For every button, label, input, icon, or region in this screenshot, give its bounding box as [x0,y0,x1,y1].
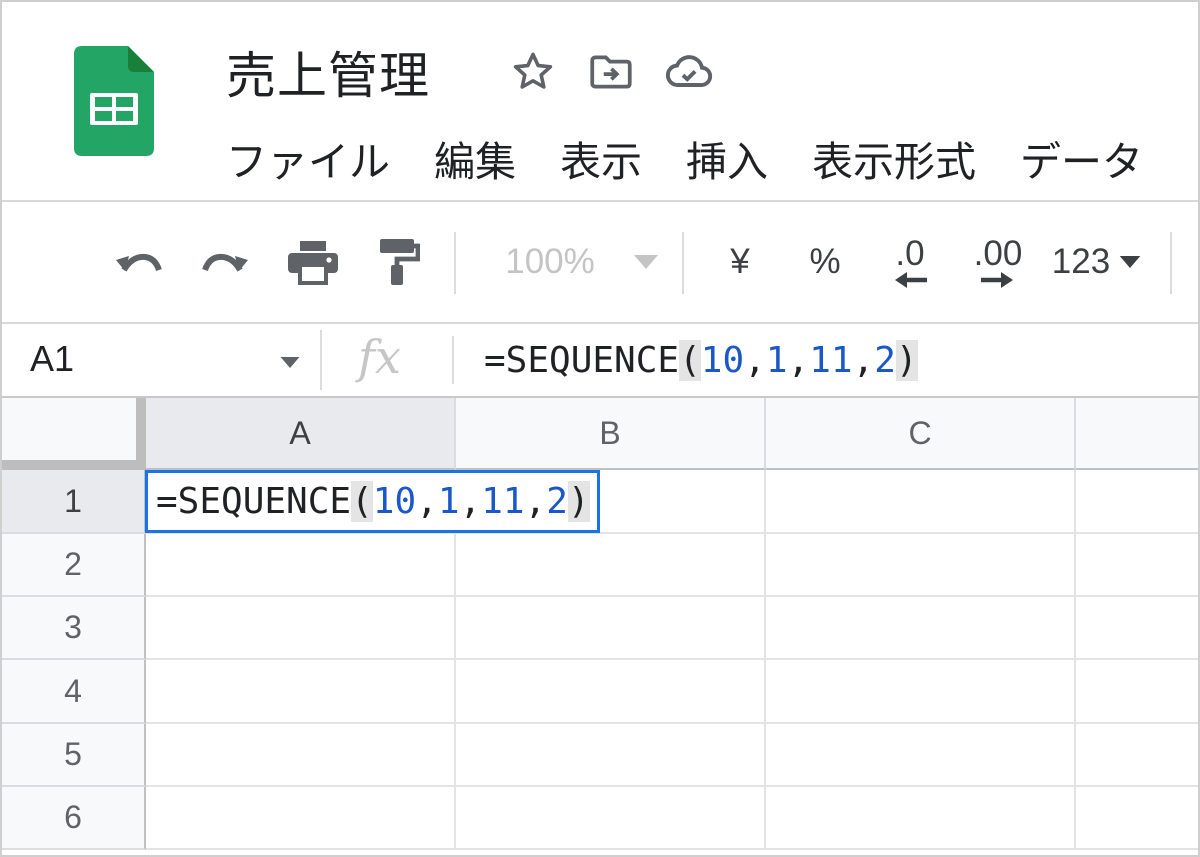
formula-arg: 1 [765,340,788,381]
cell-b4[interactable] [456,660,766,724]
frozen-row-handle[interactable] [2,460,146,470]
move-to-folder-icon[interactable] [585,46,637,98]
row-header-4[interactable]: 4 [2,660,146,724]
formula-arg: 10 [372,481,417,522]
formula-function: =SEQUENCE [156,481,352,522]
formula-arg: 11 [809,340,853,381]
formula-arg: 10 [700,340,745,381]
formula-arg: 11 [481,481,525,522]
undo-icon[interactable] [110,232,166,292]
toolbar-divider [454,232,456,294]
cell-c4[interactable] [766,660,1076,724]
zoom-select[interactable]: 100% [500,232,600,292]
arrow-left-icon [895,272,927,288]
formula-bar-divider [452,336,454,384]
cell-c2[interactable] [766,534,1076,597]
fx-icon: fx [358,330,401,384]
cell-c6[interactable] [766,787,1076,850]
column-header-d[interactable] [1076,398,1198,470]
header: 売上管理 ファイル 編集 表示 挿入 表示形式 データ [2,2,1198,200]
cell-b2[interactable] [456,534,766,597]
redo-icon[interactable] [198,232,254,292]
column-header-b[interactable]: B [456,398,766,470]
paint-format-icon[interactable] [372,232,422,292]
decrease-decimal-label: .0 [895,234,925,273]
formula-function: =SEQUENCE [484,340,680,381]
more-formats-button[interactable]: 123 [1048,232,1114,292]
zoom-dropdown-icon[interactable] [630,232,662,292]
name-box-dropdown-icon[interactable] [280,357,300,368]
cell-b3[interactable] [456,597,766,660]
cell-a5[interactable] [146,724,456,787]
cell-a3[interactable] [146,597,456,660]
cell-a4[interactable] [146,660,456,724]
star-icon[interactable] [507,46,559,98]
formula-close-paren: ) [895,340,918,381]
toolbar: 100% ¥ % .0 .00 123 [2,202,1198,322]
cell-c5[interactable] [766,724,1076,787]
formula-arg: 1 [437,481,460,522]
spreadsheet-grid: A B C 1 2 3 4 5 6 =SEQUENCE(10,1,11,2) [2,398,1198,855]
cell-d1[interactable] [1076,470,1198,534]
row-header-2[interactable]: 2 [2,534,146,597]
cloud-saved-icon[interactable] [663,46,715,98]
formula-arg: 2 [546,481,568,522]
cell-d6[interactable] [1076,787,1198,850]
currency-format-button[interactable]: ¥ [720,232,760,292]
formula-close-paren: ) [567,481,590,522]
increase-decimal-label: .00 [973,234,1023,273]
cell-d4[interactable] [1076,660,1198,724]
row-header-5[interactable]: 5 [2,724,146,787]
formula-bar: A1 fx =SEQUENCE(10,1,11,2) [2,324,1198,398]
cell-d5[interactable] [1076,724,1198,787]
formula-bar-divider [320,330,322,390]
app-window: 売上管理 ファイル 編集 表示 挿入 表示形式 データ 100% ¥ % .0 … [0,0,1200,857]
row-header-6[interactable]: 6 [2,787,146,850]
name-box[interactable]: A1 [30,338,74,380]
cell-b6[interactable] [456,787,766,850]
active-cell-editor[interactable]: =SEQUENCE(10,1,11,2) [145,470,600,533]
toolbar-divider [682,232,684,294]
toolbar-divider [1170,232,1172,294]
cell-d3[interactable] [1076,597,1198,660]
cell-formula-text: =SEQUENCE(10,1,11,2) [156,481,590,522]
menu-view[interactable]: 表示 [560,128,642,188]
document-title[interactable]: 売上管理 [226,36,430,108]
menu-bar: ファイル 編集 表示 挿入 表示形式 データ [226,128,1143,188]
menu-edit[interactable]: 編集 [434,128,516,188]
decrease-decimal-button[interactable]: .0 [878,232,942,292]
more-formats-dropdown-icon[interactable] [1116,232,1144,292]
menu-data[interactable]: データ [1020,128,1143,188]
column-header-c[interactable]: C [766,398,1076,470]
percent-format-button[interactable]: % [802,232,848,292]
increase-decimal-button[interactable]: .00 [964,232,1032,292]
title-actions [507,46,715,98]
google-sheets-logo[interactable] [74,46,154,156]
row-header-1[interactable]: 1 [2,470,146,534]
print-icon[interactable] [284,232,342,292]
formula-input[interactable]: =SEQUENCE(10,1,11,2) [484,340,918,381]
cell-a2[interactable] [146,534,456,597]
cell-b5[interactable] [456,724,766,787]
formula-arg: 2 [874,340,896,381]
menu-format[interactable]: 表示形式 [812,128,976,188]
cell-c1[interactable] [766,470,1076,534]
row-header-3[interactable]: 3 [2,597,146,660]
cell-c3[interactable] [766,597,1076,660]
menu-insert[interactable]: 挿入 [686,128,768,188]
formula-open-paren: ( [351,481,373,522]
cell-d2[interactable] [1076,534,1198,597]
arrow-right-icon [981,272,1013,288]
cell-a6[interactable] [146,787,456,850]
column-header-a[interactable]: A [146,398,456,470]
formula-open-paren: ( [679,340,701,381]
menu-file[interactable]: ファイル [226,128,390,188]
